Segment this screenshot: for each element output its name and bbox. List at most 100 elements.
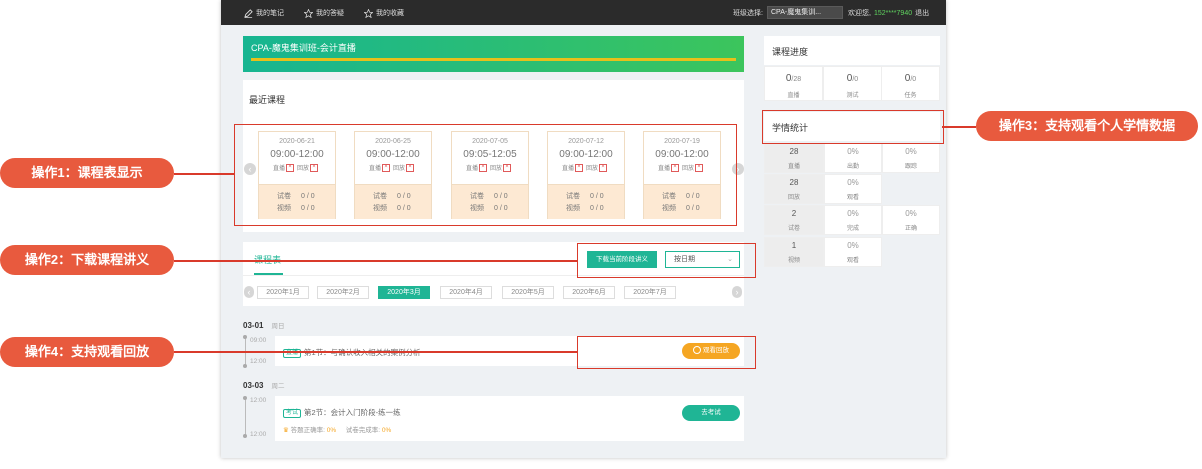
timeline-dot <box>243 364 247 368</box>
stats-cell-label: 观看 <box>846 195 859 201</box>
annotation-highlight-op3 <box>762 110 944 144</box>
stats-row-head: 1 视频 <box>764 237 824 267</box>
stats-cell-label: 跟踪 <box>904 164 917 170</box>
exam-stats-line: ♛ 答题正确率: 0% 试卷完成率: 0% <box>283 424 391 434</box>
completion-label: 试卷完成率: <box>345 427 381 434</box>
progress-value: 0/0 <box>824 73 881 84</box>
stats-head-label: 回放 <box>787 195 800 201</box>
recent-courses-title: 最近课程 <box>249 95 286 105</box>
top-nav-bar: 我的笔记 我的答疑 我的收藏 班级选择: CPA-魔鬼集训... 欢迎您, 152… <box>221 0 946 25</box>
lesson-title-line: 考试 第2节：会计入门阶段-练一练 <box>283 407 401 418</box>
stats-cell-value: 0% <box>847 209 859 218</box>
month-chip[interactable]: 2020年4月 <box>440 286 492 299</box>
take-exam-button[interactable]: 去考试 <box>682 405 740 421</box>
annotation-highlight-op4 <box>577 336 756 369</box>
logout-link[interactable]: 退出 <box>915 8 929 18</box>
month-chip[interactable]: 2020年2月 <box>317 286 369 299</box>
stats-cell-value: 0% <box>905 147 917 156</box>
lesson-title-line: 直播 第1节：与确认收入相关的案例分析 <box>283 347 421 358</box>
month-chip[interactable]: 2020年1月 <box>257 286 309 299</box>
stats-cell-value: 0% <box>847 147 859 156</box>
progress-den: /0 <box>852 76 859 83</box>
stats-head-value: 28 <box>789 147 799 156</box>
progress-den: /0 <box>910 76 917 83</box>
welcome-label: 欢迎您, <box>848 10 871 17</box>
progress-value: 0/0 <box>882 73 939 84</box>
annotation-connector-op3 <box>942 126 976 128</box>
accuracy-value: 0% <box>326 427 337 434</box>
annotation-connector-op2 <box>174 260 577 262</box>
star-icon <box>364 8 373 18</box>
lesson-start-time: 12:00 <box>250 397 267 404</box>
progress-den: /28 <box>791 76 802 83</box>
month-chip[interactable]: 2020年6月 <box>563 286 615 299</box>
stats-cell: 0% 观看 <box>824 174 882 204</box>
lesson-type-tag: 考试 <box>283 408 302 418</box>
nav-label: 我的收藏 <box>376 10 404 17</box>
nav-my-answers[interactable]: 我的答疑 <box>304 8 344 18</box>
stats-row-head: 28 直播 <box>764 143 824 173</box>
title-underline <box>251 58 736 61</box>
stats-cell: 0% 完成 <box>824 205 882 235</box>
day-date: 03-01 <box>243 321 264 330</box>
annotation-highlight-op2 <box>577 243 756 278</box>
stats-cell-label: 观看 <box>846 258 859 264</box>
app-window: 我的笔记 我的答疑 我的收藏 班级选择: CPA-魔鬼集训... 欢迎您, 152… <box>221 0 946 458</box>
lesson-start-time: 09:00 <box>250 337 267 344</box>
day-weekday: 周日 <box>271 323 285 330</box>
progress-title: 课程进度 <box>772 47 809 57</box>
months-next-arrow[interactable]: › <box>732 286 742 298</box>
day-header: 03-01 周日 <box>243 320 284 330</box>
progress-label: 直播 <box>787 93 800 99</box>
stats-head-value: 1 <box>791 241 797 250</box>
progress-label: 任务 <box>904 93 917 99</box>
stats-cell: 0% 正确 <box>882 205 940 235</box>
nav-my-favorites[interactable]: 我的收藏 <box>364 8 404 18</box>
annotation-op4: 操作4：支持观看回放 <box>0 337 174 367</box>
annotation-op2: 操作2：下载课程讲义 <box>0 245 174 275</box>
stats-head-label: 视频 <box>787 258 800 264</box>
lesson-type-tag: 直播 <box>283 348 302 358</box>
month-chip[interactable]: 2020年3月 <box>378 286 430 299</box>
stats-cell-value: 0% <box>847 241 859 250</box>
stats-head-value: 28 <box>789 178 799 187</box>
month-chip[interactable]: 2020年7月 <box>624 286 676 299</box>
day-date: 03-03 <box>243 381 264 390</box>
lesson-row[interactable]: 考试 第2节：会计入门阶段-练一练 ♛ 答题正确率: 0% 试卷完成率: 0% 去… <box>275 396 744 441</box>
pencil-icon <box>244 8 253 18</box>
months-prev-arrow[interactable]: ‹ <box>244 286 254 298</box>
annotation-op3: 操作3：支持观看个人学情数据 <box>976 111 1198 141</box>
progress-label: 测试 <box>846 93 859 99</box>
user-phone: 152****7940 <box>873 9 913 17</box>
welcome-text: 欢迎您, 152****7940 退出 <box>848 8 929 18</box>
timeline-dot <box>243 396 247 400</box>
annotation-highlight-op1 <box>234 124 737 226</box>
nav-label: 我的笔记 <box>256 10 284 17</box>
class-select-label: 班级选择: <box>733 10 763 17</box>
stats-head-label: 试卷 <box>787 226 800 232</box>
month-chip[interactable]: 2020年5月 <box>502 286 554 299</box>
timeline-line <box>245 398 246 436</box>
progress-value: 0/28 <box>765 73 822 84</box>
stats-row-head: 2 试卷 <box>764 205 824 235</box>
progress-panel: 课程进度 <box>764 36 940 65</box>
class-select[interactable]: CPA-魔鬼集训... <box>767 6 843 19</box>
stats-head-value: 2 <box>791 209 797 218</box>
stats-head-label: 直播 <box>787 164 800 170</box>
stats-cell: 0% 跟踪 <box>882 143 940 173</box>
annotation-op1: 操作1：课程表显示 <box>0 158 174 188</box>
stats-cell: 0% 出勤 <box>824 143 882 173</box>
day-header: 03-03 周二 <box>243 380 284 390</box>
progress-cell: 0/0 任务 <box>881 66 940 101</box>
lesson-title: 第2节：会计入门阶段-练一练 <box>304 408 401 417</box>
stats-row-head: 28 回放 <box>764 174 824 204</box>
stats-cell-value: 0% <box>847 178 859 187</box>
lesson-end-time: 12:00 <box>250 358 267 365</box>
nav-my-notes[interactable]: 我的笔记 <box>244 8 284 18</box>
stats-cell: 0% 观看 <box>824 237 882 267</box>
course-title: CPA-魔鬼集训班-会计直播 <box>251 43 356 53</box>
progress-cell: 0/0 测试 <box>823 66 882 101</box>
progress-cell: 0/28 直播 <box>764 66 823 101</box>
completion-value: 0% <box>381 427 392 434</box>
timeline-dot <box>243 434 247 438</box>
